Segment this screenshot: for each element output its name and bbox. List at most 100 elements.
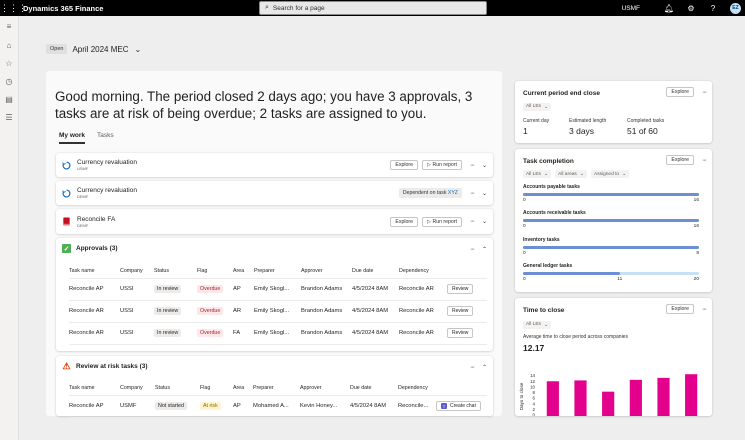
table-row[interactable]: Reconcile AR USSI In review Overdue FA E… xyxy=(69,322,487,345)
flag-badge: Overdue xyxy=(197,329,224,337)
chevron-down-icon[interactable]: ⌄ xyxy=(135,45,142,54)
bell-icon[interactable]: 🔔︎ xyxy=(658,4,680,13)
chevron-up-icon[interactable]: ⌃ xyxy=(482,364,487,371)
avatar[interactable]: EZ xyxy=(730,2,741,14)
gear-icon[interactable]: ⚙ xyxy=(680,4,702,13)
column-header[interactable]: Area xyxy=(233,264,254,279)
column-header[interactable]: Status xyxy=(155,381,200,396)
list-icon[interactable]: ☰ xyxy=(0,108,18,126)
cell-task: Reconcile AP xyxy=(69,395,120,418)
more-options-icon[interactable]: ··· xyxy=(470,218,475,225)
app-title[interactable]: Dynamics 365 Finance xyxy=(23,4,103,13)
more-options-icon[interactable]: ··· xyxy=(470,246,475,253)
more-options-icon[interactable]: ··· xyxy=(470,190,475,197)
current-period-card: Current period end close Explore ··· All… xyxy=(515,81,712,143)
stat-label: Estimated length xyxy=(569,118,607,124)
explore-button[interactable]: Explore xyxy=(390,216,419,227)
cell-dependency: Reconcile AR xyxy=(399,322,447,345)
chevron-down-icon[interactable]: ⌄ xyxy=(482,162,487,169)
star-icon[interactable]: ☆ xyxy=(0,54,18,72)
create-chat-label: Create chat xyxy=(450,403,476,409)
tab-my-work[interactable]: My work xyxy=(59,132,86,144)
table-header-row: Task name Company Status Flag Area Prepa… xyxy=(69,381,487,396)
home-icon[interactable]: ⌂ xyxy=(0,36,18,54)
chart-bar[interactable] xyxy=(657,377,670,416)
hamburger-icon[interactable]: ≡ xyxy=(0,16,18,36)
le-filter[interactable]: All LEs ⌄ xyxy=(523,102,555,111)
tab-tasks[interactable]: Tasks xyxy=(97,132,114,144)
le-filter-dropdown[interactable]: All LEs ⌄ xyxy=(523,170,552,178)
cell-flag: Overdue xyxy=(197,300,233,323)
chevron-down-icon[interactable]: ⌄ xyxy=(482,218,487,225)
app-launcher-icon[interactable]: ⋮⋮⋮ xyxy=(0,3,27,14)
more-options-icon[interactable]: ··· xyxy=(470,364,475,371)
chevron-down-icon: ⌄ xyxy=(579,171,585,177)
column-header[interactable]: Preparer xyxy=(253,381,300,396)
explore-button[interactable]: Explore xyxy=(666,155,694,165)
dependency-link[interactable]: XYZ xyxy=(448,190,458,196)
assigned-filter-dropdown[interactable]: Assigned to ⌄ xyxy=(591,170,630,178)
workspace-icon[interactable]: ▤ xyxy=(0,90,18,108)
chart-bar[interactable] xyxy=(602,391,615,416)
chevron-up-icon[interactable]: ⌃ xyxy=(482,246,487,253)
explore-button[interactable]: Explore xyxy=(666,87,694,97)
help-icon[interactable]: ? xyxy=(702,4,724,13)
column-header[interactable]: Due date xyxy=(350,381,398,396)
column-header[interactable]: Flag xyxy=(200,381,233,396)
chart-bar[interactable] xyxy=(629,379,642,416)
review-button[interactable]: Review xyxy=(447,284,474,294)
column-header[interactable]: Approver xyxy=(300,381,350,396)
bar-title: General ledger tasks xyxy=(523,263,573,269)
chevron-down-icon[interactable]: ⌄ xyxy=(482,190,487,197)
column-header[interactable]: Task name xyxy=(69,264,120,279)
table-row[interactable]: Reconcile AP USSI In review Overdue AP E… xyxy=(69,278,487,301)
column-header xyxy=(436,381,487,396)
cell-due: 4/5/2024 8AM xyxy=(352,278,399,301)
table-row[interactable]: Reconcile AP USMF Not started At risk AP… xyxy=(69,395,487,418)
scale-max: 20 xyxy=(693,277,699,282)
scale-min: 0 xyxy=(523,198,526,203)
clock-icon[interactable]: ◷ xyxy=(0,72,18,90)
column-header[interactable]: Company xyxy=(120,381,155,396)
task-card[interactable]: Currency revaluation USMF Explore ▷ Run … xyxy=(56,153,493,177)
create-chat-button[interactable]: T Create chat xyxy=(436,401,481,411)
column-header[interactable]: Dependency xyxy=(399,264,447,279)
review-button[interactable]: Review xyxy=(447,328,474,338)
chart-bar[interactable] xyxy=(574,380,587,416)
more-options-icon[interactable]: ··· xyxy=(702,157,707,164)
search-input[interactable]: ⌕ Search for a page xyxy=(259,1,487,15)
search-icon: ⌕ xyxy=(265,4,269,11)
column-header[interactable]: Due date xyxy=(352,264,399,279)
column-header[interactable]: Area xyxy=(233,381,253,396)
dependency-prefix: Dependent on task xyxy=(402,190,447,196)
tab-bar: My work Tasks xyxy=(59,132,126,144)
column-header[interactable]: Task name xyxy=(69,381,120,396)
chevron-down-icon: ⌄ xyxy=(543,103,549,110)
table-row[interactable]: Reconcile AR USSI In review Overdue AR E… xyxy=(69,300,487,323)
task-card[interactable]: Reconcile FA DEMF Explore ▷ Run report ·… xyxy=(56,209,493,234)
chart-bar[interactable] xyxy=(546,381,559,416)
scale-max: 8 xyxy=(696,251,699,256)
run-report-button[interactable]: ▷ Run report xyxy=(422,160,462,170)
company-picker[interactable]: USMF xyxy=(622,5,640,12)
review-button[interactable]: Review xyxy=(447,306,474,316)
area-filter-dropdown[interactable]: All areas ⌄ xyxy=(555,170,588,178)
column-header[interactable]: Approver xyxy=(301,264,352,279)
period-selector[interactable]: Open April 2024 MEC ⌄ xyxy=(46,44,141,54)
chart-bar[interactable] xyxy=(685,374,698,416)
column-header[interactable]: Company xyxy=(120,264,154,279)
more-options-icon[interactable]: ··· xyxy=(470,162,475,169)
column-header[interactable]: Flag xyxy=(197,264,233,279)
stat-value: 3 days xyxy=(569,126,595,136)
run-report-button[interactable]: ▷ Run report xyxy=(422,216,462,227)
le-filter-dropdown[interactable]: All LEs ⌄ xyxy=(523,102,552,111)
column-header[interactable]: Preparer xyxy=(254,264,301,279)
cell-approver: Kevin Honey... xyxy=(300,395,350,418)
column-header[interactable]: Dependency xyxy=(398,381,436,396)
stat-value: 1 xyxy=(523,126,528,136)
explore-button[interactable]: Explore xyxy=(390,160,419,170)
column-header[interactable]: Status xyxy=(154,264,197,279)
more-options-icon[interactable]: ··· xyxy=(702,89,707,96)
cell-action: Review xyxy=(447,278,487,301)
task-card[interactable]: Currency revaluation DEMF Dependent on t… xyxy=(56,181,493,205)
